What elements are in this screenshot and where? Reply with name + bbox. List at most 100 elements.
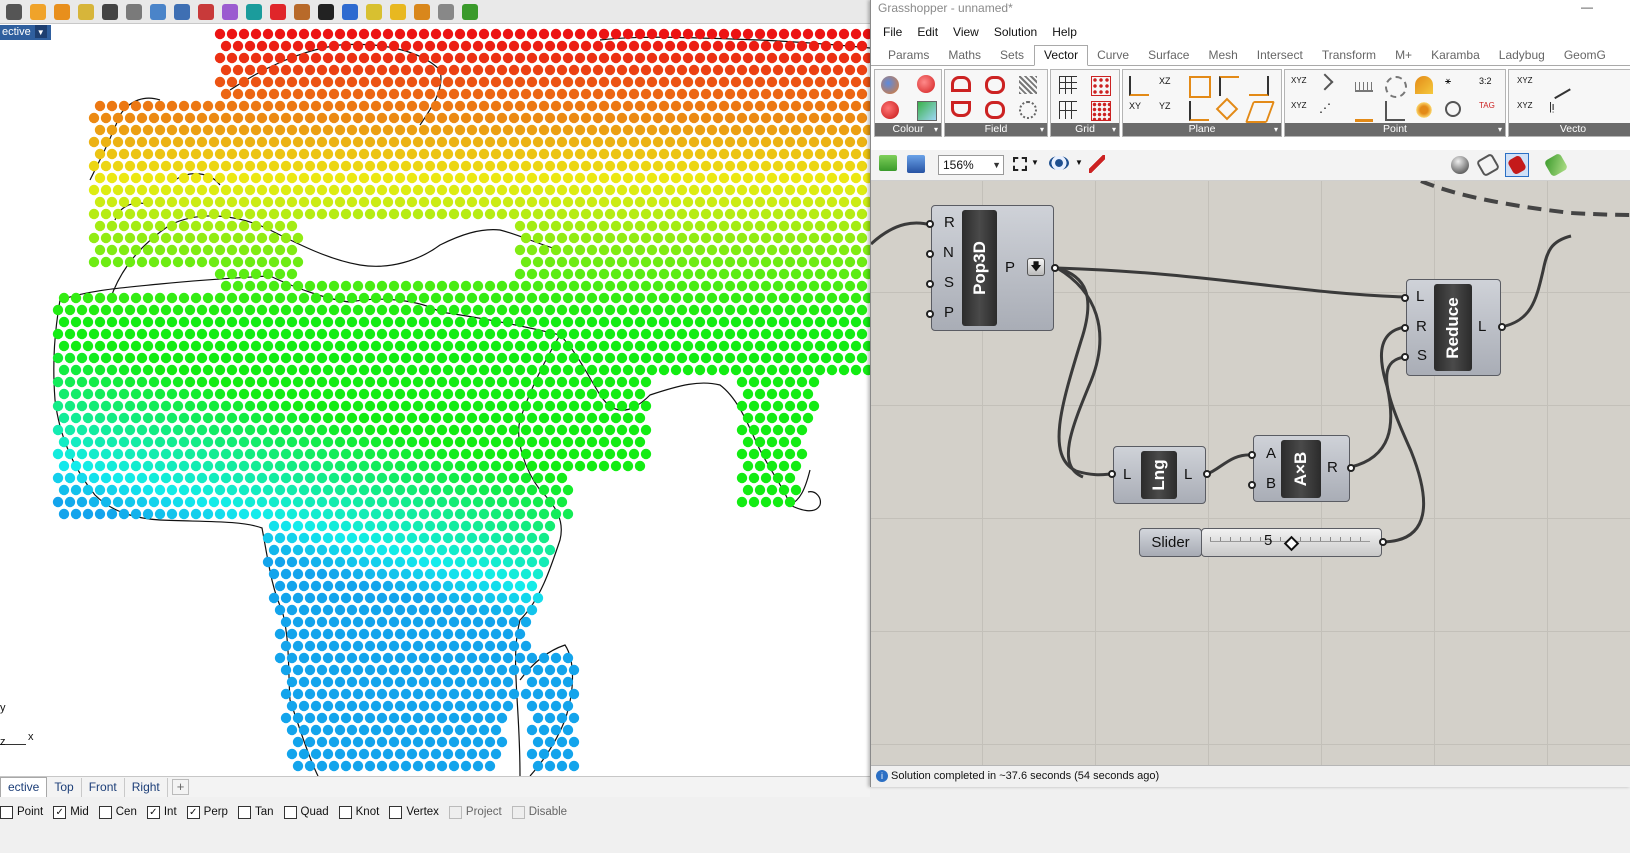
mult-input-b[interactable]: B <box>1266 475 1276 492</box>
output-grip[interactable] <box>1498 323 1506 331</box>
osnap-tan[interactable]: Tan <box>237 805 274 819</box>
field-evaluate-icon[interactable] <box>1019 101 1037 119</box>
multiply-component[interactable]: A B A×B R <box>1253 435 1350 502</box>
plane-yz-icon[interactable]: YZ <box>1159 101 1177 119</box>
osnap-vertex[interactable]: Vertex <box>389 805 439 819</box>
point-decompose-icon[interactable] <box>1316 73 1334 91</box>
ribbon-group-label[interactable]: Colour ▾ <box>875 123 941 136</box>
colour-split-icon[interactable] <box>881 101 899 119</box>
plane-normal-icon[interactable] <box>1249 76 1269 96</box>
number-slider[interactable]: 5 <box>1201 528 1382 557</box>
pop3d-input-p[interactable]: P <box>944 304 954 321</box>
open-file-icon[interactable] <box>879 155 897 171</box>
viewport-menu-icon[interactable]: ▼ <box>34 25 47 38</box>
transform-icon[interactable] <box>126 3 142 20</box>
gh-canvas[interactable]: R N S P Pop3D P 🡇 L R S Reduce L L Lng L… <box>871 181 1630 765</box>
tab-params[interactable]: Params <box>879 48 939 65</box>
zoom-extents-icon[interactable] <box>1013 157 1027 171</box>
pop3d-input-s[interactable]: S <box>944 274 954 291</box>
input-grip[interactable] <box>1108 470 1116 478</box>
slider-label-box[interactable]: Slider <box>1139 528 1202 557</box>
preview-eye-icon[interactable] <box>1049 156 1069 170</box>
osnap-checkbox[interactable] <box>389 805 403 819</box>
plane-construct-icon[interactable] <box>1189 76 1211 98</box>
menu-file[interactable]: File <box>883 25 902 39</box>
vector-deconstruct-icon[interactable]: XYZ <box>1517 101 1535 119</box>
sphere-icon[interactable] <box>246 3 262 20</box>
input-grip[interactable] <box>1248 481 1256 489</box>
tab-geomg[interactable]: GeomG <box>1555 48 1616 65</box>
dimension-icon[interactable] <box>390 3 406 20</box>
chevron-down-icon[interactable]: ▼ <box>1031 158 1039 167</box>
pop3d-input-n[interactable]: N <box>943 244 954 261</box>
point-icon[interactable] <box>342 3 358 20</box>
point-cull-icon[interactable]: ⋰ <box>1319 101 1337 119</box>
colour-swatch-icon[interactable] <box>917 75 935 93</box>
edit-icon[interactable] <box>366 3 382 20</box>
osnap-checkbox[interactable] <box>511 805 525 819</box>
perspective-viewport[interactable] <box>0 24 870 776</box>
vector-xyz-icon[interactable]: XYZ <box>1517 76 1535 94</box>
mesh-icon[interactable] <box>222 3 238 20</box>
field-line-icon[interactable] <box>1019 76 1037 94</box>
plane-origin-icon[interactable] <box>1219 76 1239 96</box>
point-polar-icon[interactable] <box>1415 76 1433 94</box>
chevron-down-icon[interactable]: ▼ <box>1075 158 1083 167</box>
osnap-mid[interactable]: Mid <box>53 805 89 819</box>
tab-perspective[interactable]: ective <box>0 777 48 797</box>
reduce-input-r[interactable]: R <box>1416 318 1427 335</box>
osnap-checkbox[interactable] <box>338 805 352 819</box>
list-length-component[interactable]: L Lng L <box>1113 446 1206 504</box>
grid-square-icon[interactable] <box>1059 76 1077 94</box>
osnap-quad[interactable]: Quad <box>283 805 329 819</box>
preview-shaded-icon[interactable] <box>1475 152 1501 178</box>
grid-populate-icon[interactable] <box>1091 76 1111 96</box>
render-icon[interactable] <box>270 3 286 20</box>
plane-xy-icon[interactable] <box>1129 76 1149 96</box>
point-group-icon[interactable] <box>1445 101 1461 117</box>
plane-rotate-icon[interactable] <box>1215 97 1239 121</box>
input-grip[interactable] <box>926 310 934 318</box>
grid-hex-icon[interactable] <box>1091 101 1111 121</box>
minimize-button[interactable]: — <box>1581 0 1593 14</box>
input-grip[interactable] <box>926 220 934 228</box>
pop3d-output-p[interactable]: P <box>1005 259 1015 276</box>
vector-unit-icon[interactable]: |ᴉ <box>1549 101 1567 119</box>
save-icon[interactable] <box>6 3 22 20</box>
osnap-checkbox[interactable] <box>186 805 200 819</box>
field-point-icon[interactable] <box>951 101 971 117</box>
ribbon-group-label[interactable]: Point ▾ <box>1285 123 1505 136</box>
menu-help[interactable]: Help <box>1052 25 1077 39</box>
grid-rect-icon[interactable] <box>1059 101 1077 119</box>
tab-ladybug[interactable]: Ladybug <box>1490 48 1555 65</box>
pen-icon[interactable] <box>30 3 46 20</box>
plane-offset-icon[interactable] <box>1189 101 1209 121</box>
menu-solution[interactable]: Solution <box>994 25 1037 39</box>
sketch-pen-icon[interactable] <box>1089 155 1105 173</box>
tab-curve[interactable]: Curve <box>1088 48 1139 65</box>
pop3d-input-r[interactable]: R <box>944 214 955 231</box>
input-grip[interactable] <box>1248 451 1256 459</box>
ribbon-group-label[interactable]: Vecto <box>1509 123 1630 136</box>
tab-right[interactable]: Right <box>125 777 168 797</box>
osnap-int[interactable]: Int <box>146 805 177 819</box>
osnap-checkbox[interactable] <box>0 805 13 819</box>
reduce-output-l[interactable]: L <box>1478 318 1486 335</box>
tab-front[interactable]: Front <box>82 777 125 797</box>
output-grip[interactable] <box>1051 264 1059 272</box>
mult-input-a[interactable]: A <box>1266 445 1276 462</box>
point-closest-icon[interactable] <box>1385 76 1407 98</box>
osnap-checkbox[interactable] <box>98 805 112 819</box>
viewport-title[interactable]: ective ▼ <box>0 25 51 40</box>
osnap-perp[interactable]: Perp <box>186 805 228 819</box>
layout-icon[interactable] <box>438 3 454 20</box>
input-grip[interactable] <box>926 250 934 258</box>
point-sort-icon[interactable]: 3:2 <box>1479 76 1497 94</box>
osnap-project[interactable]: Project <box>448 805 502 819</box>
tab-karamba[interactable]: Karamba <box>1422 48 1490 65</box>
tab-vector[interactable]: Vector <box>1034 45 1089 66</box>
sun-icon[interactable] <box>414 3 430 20</box>
vector-2pt-icon[interactable] <box>1545 72 1571 100</box>
point-project-icon[interactable] <box>1355 101 1373 122</box>
bake-icon[interactable] <box>1543 152 1569 178</box>
